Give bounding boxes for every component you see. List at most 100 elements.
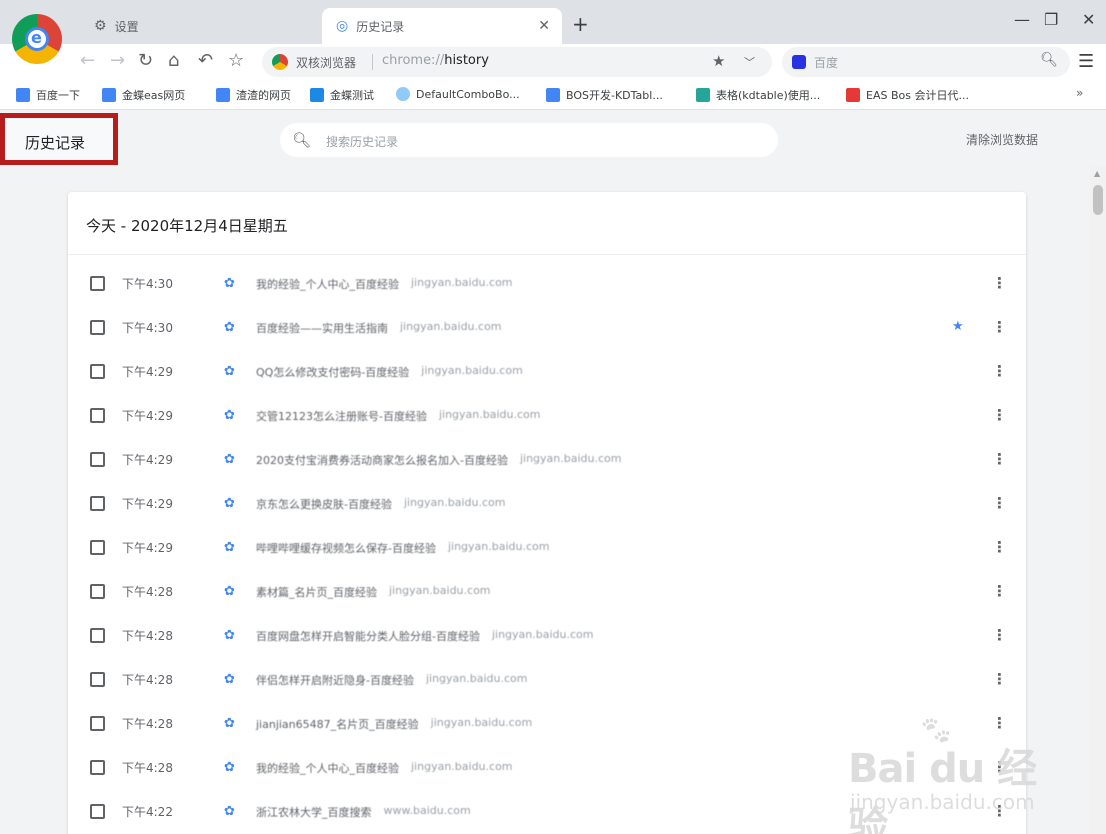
row-checkbox[interactable] [90, 672, 105, 687]
search-engine-box[interactable]: 百度 🔍︎ [782, 47, 1070, 77]
home-icon[interactable]: ⌂ [168, 50, 179, 71]
more-actions-icon[interactable]: ⋮ [992, 670, 1007, 688]
bookmark-item[interactable]: 表格(kdtable)使用... [696, 87, 820, 103]
history-row[interactable]: 下午4:28 ✿ 百度网盘怎样开启智能分类人脸分组-百度经验 jingyan.baid… [68, 614, 1026, 658]
more-actions-icon[interactable]: ⋮ [992, 582, 1007, 600]
page-title-text[interactable]: 百度经验——实用生活指南 [256, 320, 388, 336]
bookmark-item[interactable]: 渣渣的网页 [216, 87, 291, 103]
row-checkbox[interactable] [90, 452, 105, 467]
page-title-highlight: 历史记录 [0, 113, 118, 165]
bookmarks-bar: 百度一下 金蝶eas网页 渣渣的网页 金蝶测试 DefaultComboBo..… [0, 80, 1106, 110]
more-actions-icon[interactable]: ⋮ [992, 274, 1007, 292]
bookmark-item[interactable]: 金蝶eas网页 [102, 87, 185, 103]
history-row[interactable]: 下午4:29 ✿ 交管12123怎么注册账号-百度经验 jingyan.baidu.c… [68, 394, 1026, 438]
row-checkbox[interactable] [90, 716, 105, 731]
chevron-down-icon[interactable]: ﹀ [744, 54, 755, 70]
menu-icon[interactable]: ☰ [1078, 51, 1094, 72]
page-title-text[interactable]: 我的经验_个人中心_百度经验 [256, 760, 399, 776]
row-checkbox[interactable] [90, 408, 105, 423]
search-icon[interactable]: 🔍︎ [1040, 52, 1058, 68]
page-title-text[interactable]: 素材篇_名片页_百度经验 [256, 584, 377, 600]
scroll-up-icon[interactable]: ▲ [1094, 169, 1100, 178]
bookmark-star-icon[interactable]: ☆ [228, 50, 244, 71]
page-title-text[interactable]: 百度网盘怎样开启智能分类人脸分组-百度经验 [256, 628, 480, 644]
page-title-text[interactable]: 哔哩哔哩缓存视频怎么保存-百度经验 [256, 540, 436, 556]
more-actions-icon[interactable]: ⋮ [992, 494, 1007, 512]
history-link[interactable]: 京东怎么更换皮肤-百度经验 jingyan.baidu.com [256, 496, 505, 512]
more-actions-icon[interactable]: ⋮ [992, 406, 1007, 424]
close-tab-icon[interactable]: ✕ [538, 18, 550, 34]
bookmark-item[interactable]: 金蝶测试 [310, 87, 374, 103]
history-link[interactable]: 伴侣怎样开启附近隐身-百度经验 jingyan.baidu.com [256, 672, 527, 688]
clear-browsing-data-link[interactable]: 清除浏览数据 [966, 131, 1038, 148]
more-actions-icon[interactable]: ⋮ [992, 538, 1007, 556]
minimize-icon[interactable]: — [1014, 10, 1030, 29]
page-title-text[interactable]: QQ怎么修改支付密码-百度经验 [256, 364, 409, 380]
scrollbar-thumb[interactable] [1093, 185, 1103, 215]
forward-icon[interactable]: → [110, 50, 125, 71]
history-link[interactable]: 我的经验_个人中心_百度经验 jingyan.baidu.com [256, 760, 513, 776]
history-row[interactable]: 下午4:29 ✿ 2020支付宝消费券活动商家怎么报名加入-百度经验 jingyan.… [68, 438, 1026, 482]
tab-history[interactable]: ◎ 历史记录 ✕ [322, 8, 562, 44]
history-row[interactable]: 下午4:29 ✿ QQ怎么修改支付密码-百度经验 jingyan.baidu.com ⋮ [68, 350, 1026, 394]
history-link[interactable]: 百度经验——实用生活指南 jingyan.baidu.com [256, 320, 502, 336]
history-row[interactable]: 下午4:29 ✿ 京东怎么更换皮肤-百度经验 jingyan.baidu.com ⋮ [68, 482, 1026, 526]
more-actions-icon[interactable]: ⋮ [992, 450, 1007, 468]
tab-label: 历史记录 [356, 19, 405, 34]
visit-time: 下午4:29 [122, 497, 173, 511]
bookmark-item[interactable]: 百度一下 [16, 87, 80, 103]
row-checkbox[interactable] [90, 496, 105, 511]
history-row[interactable]: 下午4:28 ✿ 素材篇_名片页_百度经验 jingyan.baidu.com ⋮ [68, 570, 1026, 614]
starred-icon[interactable]: ★ [952, 319, 964, 334]
new-tab-icon[interactable]: + [572, 12, 589, 36]
row-checkbox[interactable] [90, 628, 105, 643]
page-title-text[interactable]: 交管12123怎么注册账号-百度经验 [256, 408, 427, 424]
row-checkbox[interactable] [90, 276, 105, 291]
undo-icon[interactable]: ↶ [198, 50, 213, 71]
history-link[interactable]: jianjian65487_名片页_百度经验 jingyan.baidu.com [256, 716, 532, 732]
row-checkbox[interactable] [90, 320, 105, 335]
page-title-text[interactable]: 伴侣怎样开启附近隐身-百度经验 [256, 672, 414, 688]
row-checkbox[interactable] [90, 804, 105, 819]
address-bar[interactable]: 双核浏览器 chrome://history ★ ﹀ [262, 47, 772, 77]
history-link[interactable]: 2020支付宝消费券活动商家怎么报名加入-百度经验 jingyan.baidu.c… [256, 452, 621, 468]
more-actions-icon[interactable]: ⋮ [992, 626, 1007, 644]
bookmark-item[interactable]: EAS Bos 会计日代... [846, 87, 969, 103]
page-title-text[interactable]: 我的经验_个人中心_百度经验 [256, 276, 399, 292]
history-link[interactable]: 哔哩哔哩缓存视频怎么保存-百度经验 jingyan.baidu.com [256, 540, 549, 556]
history-link[interactable]: QQ怎么修改支付密码-百度经验 jingyan.baidu.com [256, 364, 523, 380]
row-checkbox[interactable] [90, 540, 105, 555]
page-title-text[interactable]: jianjian65487_名片页_百度经验 [256, 716, 419, 732]
more-actions-icon[interactable]: ⋮ [992, 362, 1007, 380]
page-title-text[interactable]: 浙江农林大学_百度搜索 [256, 804, 372, 820]
more-actions-icon[interactable]: ⋮ [992, 318, 1007, 336]
page-title-text[interactable]: 京东怎么更换皮肤-百度经验 [256, 496, 392, 512]
maximize-icon[interactable]: ❐ [1044, 10, 1058, 29]
history-link[interactable]: 我的经验_个人中心_百度经验 jingyan.baidu.com [256, 276, 513, 292]
bookmark-page-icon[interactable]: ★ [712, 52, 725, 70]
page-title-text[interactable]: 2020支付宝消费券活动商家怎么报名加入-百度经验 [256, 452, 508, 468]
history-link[interactable]: 浙江农林大学_百度搜索 www.baidu.com [256, 804, 471, 820]
bookmark-item[interactable]: DefaultComboBo... [396, 87, 520, 101]
history-row[interactable]: 下午4:30 ✿ 百度经验——实用生活指南 jingyan.baidu.com ★ ⋮ [68, 306, 1026, 350]
reload-icon[interactable]: ↻ [138, 50, 153, 71]
scrollbar[interactable]: ▲ [1090, 167, 1106, 834]
close-window-icon[interactable]: ✕ [1082, 10, 1095, 29]
history-link[interactable]: 交管12123怎么注册账号-百度经验 jingyan.baidu.com [256, 408, 540, 424]
more-bookmarks-icon[interactable]: » [1076, 86, 1083, 100]
tab-settings[interactable]: ⚙ 设置 [80, 8, 310, 44]
browser-core-label[interactable]: 双核浏览器 [296, 54, 356, 71]
row-checkbox[interactable] [90, 584, 105, 599]
url-text[interactable]: chrome://history [382, 53, 489, 68]
history-row[interactable]: 下午4:28 ✿ 伴侣怎样开启附近隐身-百度经验 jingyan.baidu.com ⋮ [68, 658, 1026, 702]
history-search-input[interactable]: 🔍︎ 搜索历史记录 [280, 123, 778, 157]
history-link[interactable]: 百度网盘怎样开启智能分类人脸分组-百度经验 jingyan.baidu.com [256, 628, 593, 644]
row-checkbox[interactable] [90, 364, 105, 379]
page-domain: jingyan.baidu.com [447, 540, 550, 553]
history-link[interactable]: 素材篇_名片页_百度经验 jingyan.baidu.com [256, 584, 491, 600]
history-row[interactable]: 下午4:29 ✿ 哔哩哔哩缓存视频怎么保存-百度经验 jingyan.baidu.co… [68, 526, 1026, 570]
bookmark-item[interactable]: BOS开发-KDTabl... [546, 87, 663, 103]
history-row[interactable]: 下午4:30 ✿ 我的经验_个人中心_百度经验 jingyan.baidu.com ⋮ [68, 262, 1026, 306]
row-checkbox[interactable] [90, 760, 105, 775]
back-icon[interactable]: ← [80, 50, 95, 71]
